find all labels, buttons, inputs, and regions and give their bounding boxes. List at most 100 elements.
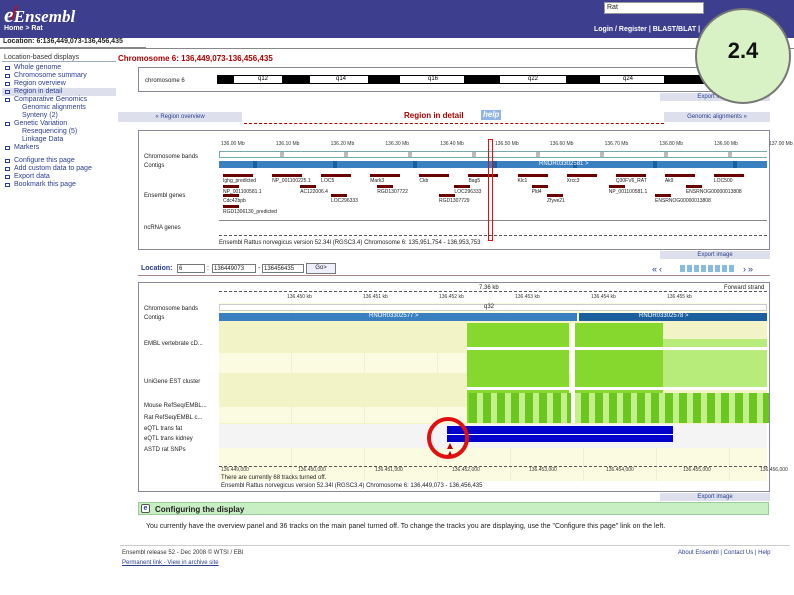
gene-bar[interactable]	[223, 205, 239, 208]
sidebar-item[interactable]: Genomic alignments	[2, 104, 116, 112]
gene-bar[interactable]	[223, 174, 253, 177]
gene-bar[interactable]	[531, 185, 548, 188]
track-label-astd-snps: ASTD rat SNPs	[144, 447, 186, 453]
search-input[interactable]: Rat	[604, 2, 704, 14]
dash-text: -	[258, 265, 261, 272]
gene-label[interactable]: NP_001100225.1	[272, 178, 311, 184]
sidebar-item[interactable]: Chromosome summary	[2, 72, 116, 80]
gene-bar[interactable]	[439, 194, 455, 197]
gene-label[interactable]: Ckb	[419, 178, 428, 184]
sidebar-action[interactable]: Configure this page	[2, 157, 116, 165]
gene-label[interactable]: Ak9	[665, 178, 674, 184]
region-overview-button[interactable]: « Region overview	[118, 112, 242, 122]
zoom-nav-icons[interactable]: «‹	[652, 264, 664, 274]
sidebar-item[interactable]: Synteny (2)	[2, 112, 116, 120]
gene-bar[interactable]	[272, 174, 303, 177]
gene-label[interactable]: Zfyve21	[547, 198, 565, 204]
scale-tick: 136.70 Mb	[604, 141, 629, 147]
gene-bar[interactable]	[608, 185, 625, 188]
genomic-alignments-button[interactable]: Genomic alignments »	[664, 112, 770, 122]
gene-bar[interactable]	[223, 185, 239, 188]
gene-bar[interactable]	[377, 185, 394, 188]
gene-label[interactable]: Ighg_predicted	[223, 178, 256, 184]
logo-slash-icon: /	[11, 0, 18, 25]
sidebar-item[interactable]: Linkage Data	[2, 136, 116, 144]
eqtl-kidney-feature[interactable]	[447, 435, 673, 442]
contig-segments	[219, 161, 767, 168]
gene-label[interactable]: ENSRNOG00000013808	[655, 198, 711, 204]
divider	[219, 220, 767, 221]
track-label-embl-vertebrate: EMBL vertebrate cD...	[144, 341, 203, 347]
gene-label[interactable]: NP_001100581.1	[609, 189, 648, 195]
scale-tick: 136.50 Mb	[495, 141, 519, 147]
sidebar: Location-based displays Whole genome Chro…	[2, 54, 116, 189]
start-input[interactable]: 136449073	[212, 264, 256, 273]
gene-label[interactable]: Mark3	[370, 178, 384, 184]
gene-label[interactable]: RGD1307722	[377, 189, 408, 195]
action-icon	[5, 175, 10, 179]
sidebar-item[interactable]: Region in detail	[2, 88, 116, 96]
gene-bar[interactable]	[547, 194, 563, 197]
sidebar-item[interactable]: Markers	[2, 144, 116, 152]
chromosome-bands-track[interactable]	[219, 151, 768, 158]
zoom-forward-icons[interactable]: ›»	[743, 264, 755, 274]
gene-bar[interactable]	[370, 174, 401, 177]
gene-bar[interactable]	[454, 185, 471, 188]
gene-label[interactable]: Klc1	[518, 178, 528, 184]
sidebar-action[interactable]: Export data	[2, 173, 116, 181]
gene-label[interactable]: LOC296333	[454, 189, 481, 195]
track-label-ncrna-genes: ncRNA genes	[144, 225, 181, 231]
contig-label: RNOR03302578 >	[639, 313, 689, 319]
sidebar-item[interactable]: Comparative Genomics	[2, 96, 116, 104]
zoom-slider[interactable]	[680, 265, 736, 272]
gene-bar[interactable]	[664, 174, 695, 177]
location-tab[interactable]: Location: 6:136,449,073-136,456,435	[0, 38, 146, 48]
gene-label[interactable]: AC122006.4	[300, 189, 328, 195]
bullet-icon	[5, 82, 10, 86]
gene-bar[interactable]	[566, 174, 597, 177]
gene-bar[interactable]	[419, 174, 450, 177]
sidebar-item[interactable]: Whole genome	[2, 64, 116, 72]
sidebar-item[interactable]: Genetic Variation	[2, 120, 116, 128]
go-button[interactable]: Go>	[306, 263, 336, 274]
scale-tick: 136.452,000	[452, 467, 480, 473]
sidebar-action[interactable]: Bookmark this page	[2, 181, 116, 189]
gene-label[interactable]: LOC296333	[331, 198, 358, 204]
gene-bar[interactable]	[321, 174, 352, 177]
help-button[interactable]: help	[481, 110, 502, 120]
breadcrumb[interactable]: Home > Rat	[4, 25, 43, 32]
eqtl-fat-feature[interactable]	[447, 426, 673, 434]
gene-bar[interactable]	[331, 194, 347, 197]
gene-label[interactable]: LOC5	[321, 178, 334, 184]
gene-label[interactable]: Q30FV6_RAT	[616, 178, 647, 184]
gene-bar[interactable]	[517, 174, 548, 177]
gene-label[interactable]: Cdc42bpb	[223, 198, 246, 204]
export-image-button[interactable]: Export image	[660, 251, 770, 259]
gene-bar[interactable]	[468, 174, 499, 177]
gene-bar[interactable]	[615, 174, 646, 177]
panel-footer: Ensembl Rattus norvegicus version 52.34l…	[221, 483, 483, 489]
track-label-chromosome-bands: Chromosome bands	[144, 154, 199, 160]
gene-label[interactable]: ENSRNOG00000013808	[686, 189, 742, 195]
gene-bar[interactable]	[300, 185, 317, 188]
end-input[interactable]: 136456435	[262, 264, 304, 273]
sidebar-action[interactable]: Add custom data to page	[2, 165, 116, 173]
export-image-button[interactable]: Export image	[660, 493, 770, 501]
sidebar-item[interactable]: Resequencing (5)	[2, 128, 116, 136]
gene-bar[interactable]	[655, 194, 671, 197]
footer-links[interactable]: About Ensembl | Contact Us | Help	[678, 550, 771, 556]
chromosome-input[interactable]: 6	[177, 264, 205, 273]
sidebar-item[interactable]: Region overview	[2, 80, 116, 88]
gene-bar[interactable]	[685, 185, 702, 188]
chromosome-ideogram[interactable]: q12 q14 q16 q22 q24 q32	[217, 75, 769, 84]
gene-bar[interactable]	[223, 194, 239, 197]
gene-label[interactable]: LOC500	[714, 178, 733, 184]
gene-label[interactable]: Xrcc3	[567, 178, 580, 184]
gene-label[interactable]: RGD1307729	[439, 198, 470, 204]
gene-label[interactable]: Bag5	[468, 178, 480, 184]
gene-label[interactable]: RGD1306130_predicted	[223, 209, 277, 215]
gene-label[interactable]: Pld4	[532, 189, 542, 195]
gene-bar[interactable]	[713, 174, 744, 177]
footer-permalink[interactable]: Permanent link - View in archive site	[122, 560, 219, 566]
refseq-blocks[interactable]	[469, 393, 769, 423]
